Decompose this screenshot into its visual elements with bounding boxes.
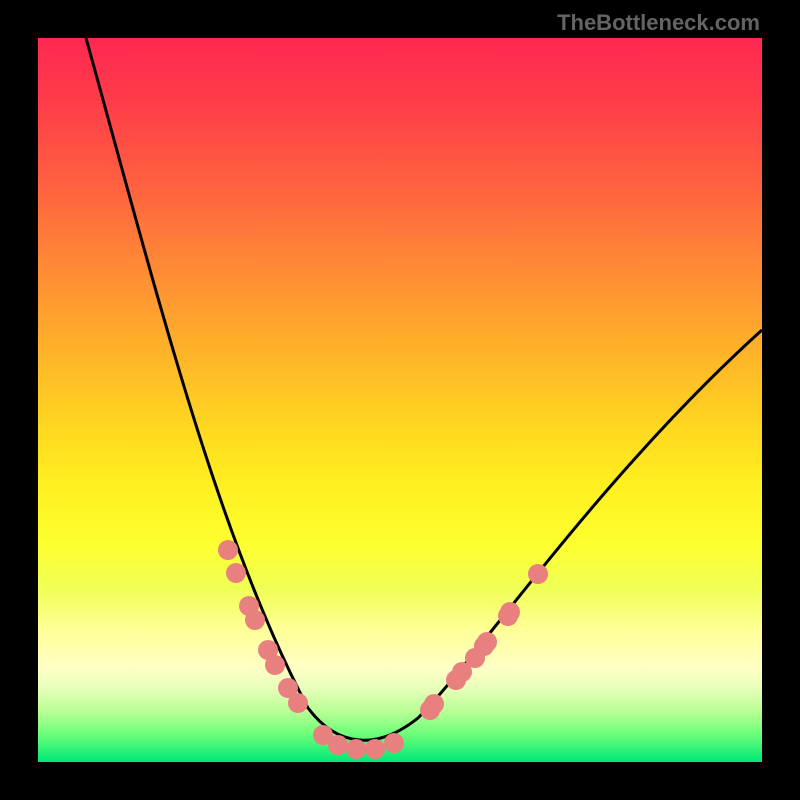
data-marker — [265, 655, 285, 675]
data-marker — [288, 693, 308, 713]
data-marker — [528, 564, 548, 584]
data-marker — [346, 739, 366, 759]
data-marker — [365, 739, 385, 759]
data-marker — [226, 563, 246, 583]
data-marker — [500, 602, 520, 622]
data-marker — [328, 735, 348, 755]
data-marker — [424, 694, 444, 714]
attribution-text: TheBottleneck.com — [557, 10, 760, 36]
curve-svg — [38, 38, 762, 762]
bottleneck-curve — [86, 38, 762, 740]
data-markers — [218, 540, 548, 759]
data-marker — [477, 632, 497, 652]
data-marker — [245, 610, 265, 630]
data-marker — [218, 540, 238, 560]
chart-frame — [38, 38, 762, 762]
data-marker — [384, 733, 404, 753]
